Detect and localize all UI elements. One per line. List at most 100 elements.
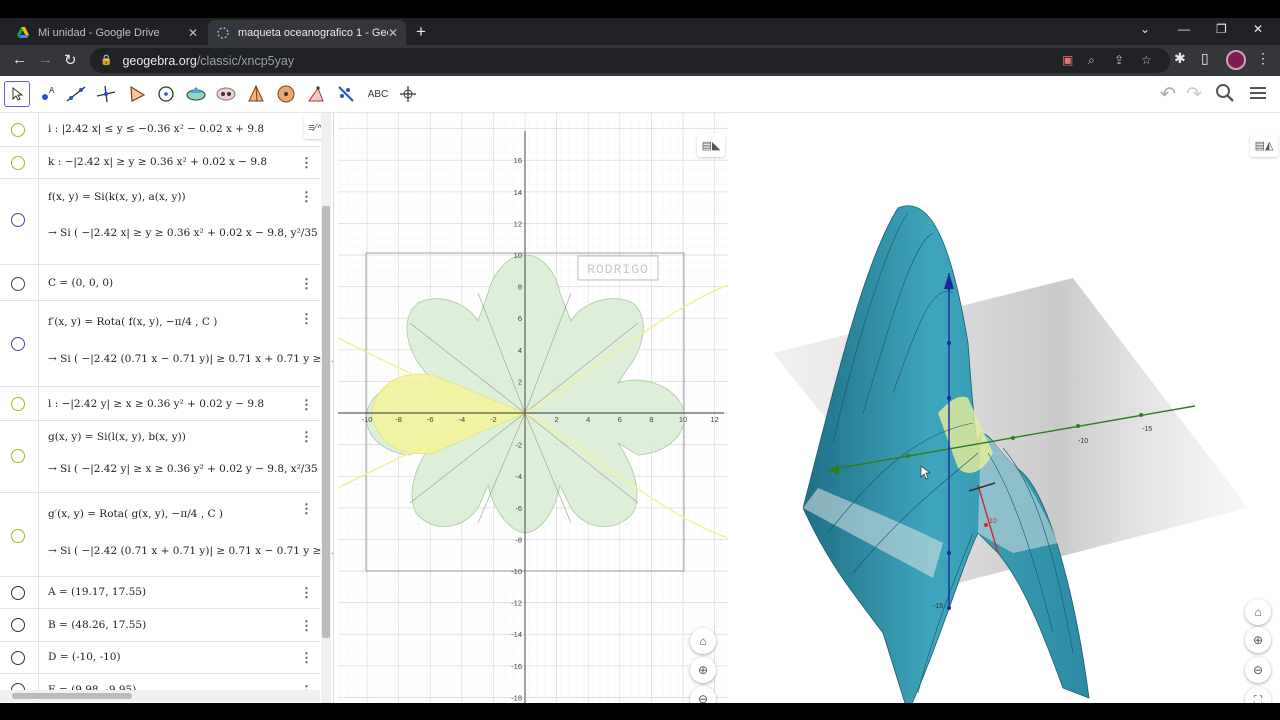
definition-text[interactable]: g′(x, y) = Rota( g(x, y), −π/4 , C ) (48, 508, 223, 520)
visibility-toggle[interactable] (11, 449, 25, 463)
minimize-button[interactable]: — (1178, 22, 1190, 36)
algebra-row[interactable]: f(x, y) = Si(k(x, y), a(x, y)) → Si ( −|… (0, 179, 333, 265)
restore-button[interactable]: ❐ (1216, 22, 1227, 36)
text-tool-icon[interactable]: ABC (364, 81, 392, 107)
side-panel-icon[interactable]: ▯ (1201, 50, 1209, 67)
close-window-button[interactable]: ✕ (1253, 22, 1263, 36)
home-icon[interactable]: ⌂ (1245, 599, 1271, 625)
zoom-in-icon[interactable]: ⊕ (690, 657, 716, 683)
algebra-row[interactable]: i : |2.42 x| ≤ y ≤ −0.36 x² − 0.02 x + 9… (0, 113, 320, 147)
definition-text[interactable]: i : |2.42 x| ≤ y ≤ −0.36 x² − 0.02 x + 9… (48, 123, 264, 135)
graphics-view-3d[interactable]: -15 -10 -15 10 ▤◭ ⌂ ⊕ ⊖ ⛶ (733, 113, 1280, 703)
vertical-scrollbar[interactable] (321, 113, 331, 703)
scroll-thumb[interactable] (12, 693, 132, 699)
tab-close-icon[interactable]: ✕ (388, 26, 398, 40)
algebra-row[interactable]: B = (48.26, 17.55) ⋮ (0, 609, 320, 642)
algebra-row[interactable]: f′(x, y) = Rota( f(x, y), −π/4 , C ) → S… (0, 301, 333, 387)
visibility-toggle[interactable] (11, 156, 25, 170)
graphics-view-2d[interactable]: -10 -8 -6 -4 -2 2 4 6 8 10 12 16 14 12 10 8 6 4 2 -2 -4 -6 -8… (338, 113, 728, 703)
visibility-toggle[interactable] (11, 213, 25, 227)
definition-text[interactable]: A = (19.17, 17.55) (48, 586, 146, 598)
algebra-row[interactable]: C = (0, 0, 0) ⋮ (0, 265, 320, 301)
bookmark-star-icon[interactable]: ☆ (1141, 53, 1152, 67)
forward-arrow-icon[interactable]: → (38, 51, 53, 68)
new-tab-button[interactable]: + (416, 22, 426, 42)
zoom-icon[interactable]: ⌕ (1088, 53, 1095, 68)
rodrigo-label[interactable]: RODRIGO (587, 262, 649, 277)
tab-google-drive[interactable]: Mi unidad - Google Drive ✕ (8, 20, 206, 45)
algebra-row[interactable]: l : −|2.42 y| ≥ x ≥ 0.36 y² + 0.02 y − 9… (0, 387, 320, 421)
point-tool-icon[interactable]: A (35, 81, 61, 107)
search-icon[interactable] (1215, 83, 1235, 109)
move-tool-icon[interactable] (4, 81, 30, 107)
pyramid-tool-icon[interactable] (243, 81, 269, 107)
definition-text[interactable]: C = (0, 0, 0) (48, 277, 113, 289)
polygon-tool-icon[interactable] (124, 81, 150, 107)
tab-search-icon[interactable]: ⌄ (1140, 22, 1150, 36)
share-icon[interactable]: ⇪ (1114, 53, 1124, 67)
definition-text[interactable]: f(x, y) = Si(k(x, y), a(x, y)) (48, 191, 186, 203)
3d-canvas[interactable]: -15 -10 -15 10 (733, 113, 1280, 703)
sphere-tool-icon[interactable] (273, 81, 299, 107)
row-menu-icon[interactable]: ⋮ (300, 311, 313, 327)
line-tool-icon[interactable] (63, 81, 89, 107)
visibility-toggle[interactable] (11, 123, 25, 137)
zoom-out-icon[interactable]: ⊖ (1245, 657, 1271, 683)
reload-icon[interactable]: ↻ (64, 51, 77, 69)
back-arrow-icon[interactable]: ← (12, 51, 27, 68)
visibility-toggle[interactable] (11, 337, 25, 351)
undo-icon[interactable]: ↶ (1160, 83, 1176, 106)
definition-text[interactable]: g(x, y) = Si(l(x, y), b(x, y)) (48, 431, 186, 443)
row-menu-icon[interactable]: ⋮ (300, 650, 313, 666)
row-menu-icon[interactable]: ⋮ (300, 155, 313, 171)
angle-tool-icon[interactable] (303, 81, 329, 107)
reflect-tool-icon[interactable] (333, 81, 359, 107)
extensions-icon[interactable]: ✱ (1174, 50, 1186, 67)
algebra-row[interactable]: k : −|2.42 x| ≥ y ≥ 0.36 x² + 0.02 x − 9… (0, 147, 320, 179)
perpendicular-tool-icon[interactable] (93, 81, 119, 107)
graphics-canvas[interactable]: -10 -8 -6 -4 -2 2 4 6 8 10 12 16 14 12 10 8 6 4 2 -2 -4 -6 -8… (338, 113, 728, 703)
visibility-toggle[interactable] (11, 529, 25, 543)
browser-menu-icon[interactable]: ⋮ (1256, 50, 1270, 67)
visibility-toggle[interactable] (11, 397, 25, 411)
row-menu-icon[interactable]: ⋮ (300, 189, 313, 205)
rotate-view-tool-icon[interactable] (395, 81, 421, 107)
row-menu-icon[interactable]: ⋮ (300, 501, 313, 517)
profile-avatar[interactable] (1226, 50, 1246, 70)
definition-text[interactable]: f′(x, y) = Rota( f(x, y), −π/4 , C ) (48, 316, 217, 328)
row-menu-icon[interactable]: ⋮ (300, 397, 313, 413)
graphics-style-bar-icon[interactable]: ▤◣ (697, 133, 725, 157)
algebra-row[interactable]: g′(x, y) = Rota( g(x, y), −π/4 , C ) → S… (0, 493, 333, 577)
definition-text[interactable]: l : −|2.42 y| ≥ x ≥ 0.36 y² + 0.02 y − 9… (48, 398, 264, 410)
circle-tool-icon[interactable] (153, 81, 179, 107)
row-menu-icon[interactable]: ⋮ (300, 585, 313, 601)
zoom-in-icon[interactable]: ⊕ (1245, 627, 1271, 653)
scroll-thumb[interactable] (322, 206, 330, 638)
visibility-toggle[interactable] (11, 651, 25, 665)
row-menu-icon[interactable]: ⋮ (300, 618, 313, 634)
blocked-popup-icon[interactable]: ▣ (1062, 53, 1073, 67)
tab-close-icon[interactable]: ✕ (188, 26, 198, 40)
tab-geogebra[interactable]: maqueta oceanografico 1 - GeoG ✕ (208, 20, 406, 45)
definition-text[interactable]: k : −|2.42 x| ≥ y ≥ 0.36 x² + 0.02 x − 9… (48, 156, 267, 168)
visibility-toggle[interactable] (11, 586, 25, 600)
definition-text[interactable]: D = (-10, -10) (48, 651, 121, 663)
row-menu-icon[interactable]: ⋮ (300, 429, 313, 445)
definition-text[interactable]: B = (48.26, 17.55) (48, 619, 146, 631)
intersect-tool-icon[interactable] (213, 81, 239, 107)
algebra-row[interactable]: D = (-10, -10) ⋮ (0, 642, 320, 674)
redo-icon[interactable]: ↷ (1186, 83, 1202, 106)
row-menu-icon[interactable]: ⋮ (300, 276, 313, 292)
conic-tool-icon[interactable] (183, 81, 209, 107)
3d-style-bar-icon[interactable]: ▤◭ (1250, 133, 1278, 157)
home-icon[interactable]: ⌂ (690, 628, 716, 654)
horizontal-scrollbar[interactable] (0, 690, 320, 702)
algebra-view: i : |2.42 x| ≤ y ≤ −0.36 x² − 0.02 x + 9… (0, 113, 334, 703)
algebra-row[interactable]: g(x, y) = Si(l(x, y), b(x, y)) → Si ( −|… (0, 421, 333, 493)
url-field[interactable]: 🔒 geogebra.org/classic/xncp5yay (90, 48, 1170, 73)
menu-icon[interactable] (1248, 83, 1268, 109)
geogebra-toolbar: A ABC ↶ ↷ (0, 76, 1280, 113)
algebra-row[interactable]: A = (19.17, 17.55) ⋮ (0, 577, 320, 609)
visibility-toggle[interactable] (11, 618, 25, 632)
visibility-toggle[interactable] (11, 277, 25, 291)
